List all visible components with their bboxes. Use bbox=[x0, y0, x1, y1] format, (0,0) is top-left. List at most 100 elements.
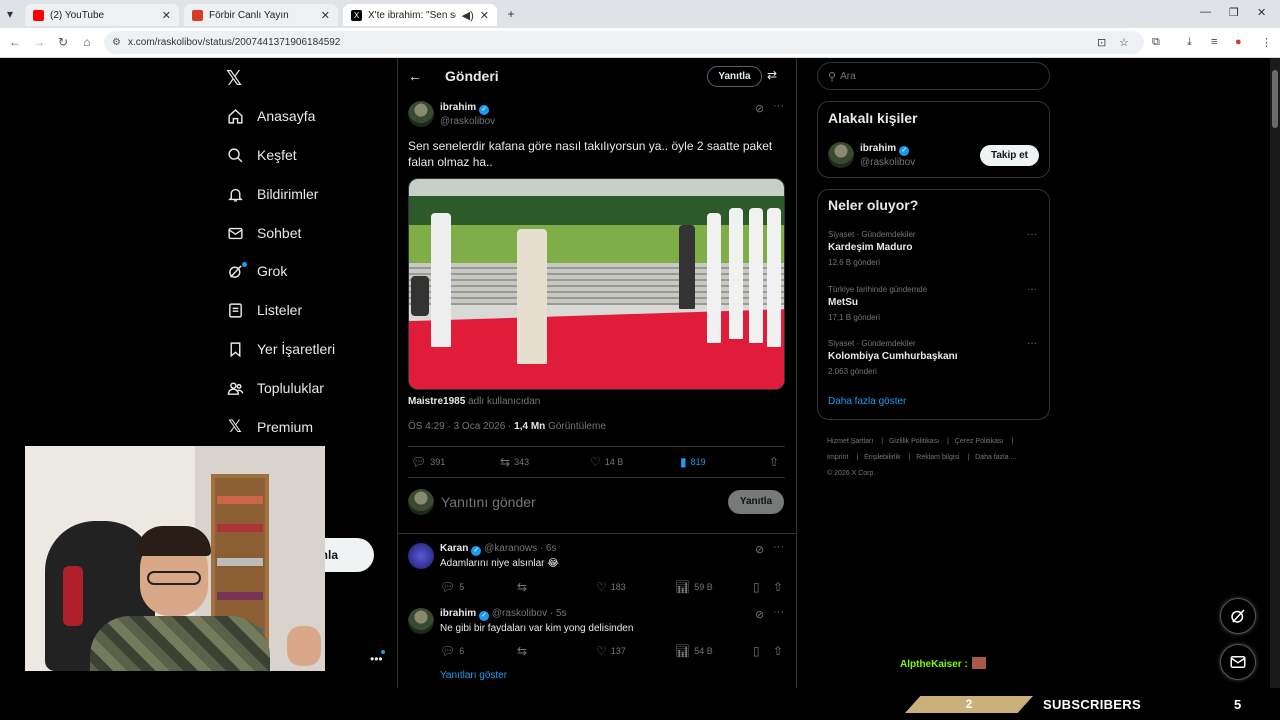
share-action[interactable]: ⇧ bbox=[773, 580, 787, 594]
tab-x-post[interactable]: X X'te ibrahim: "Sen senelerdi ◀) ✕ bbox=[343, 4, 497, 26]
avatar[interactable] bbox=[828, 142, 854, 168]
new-tab-button[interactable]: + bbox=[503, 6, 519, 22]
reply-author[interactable]: ibrahim ✓ @raskolibov · 5s bbox=[440, 608, 567, 621]
nav-item-bookmarks[interactable]: Yer İşaretleri bbox=[226, 337, 335, 361]
star-icon[interactable]: ☆ bbox=[1119, 36, 1129, 49]
views-action[interactable]: 📊︎ 54 B bbox=[675, 644, 713, 658]
show-more-link[interactable]: Daha fazla göster bbox=[828, 396, 906, 407]
settings-sliders-icon[interactable]: ⇄ bbox=[767, 68, 777, 82]
page-scrollbar[interactable] bbox=[1270, 58, 1280, 688]
reply-action[interactable]: 💬︎ 6 bbox=[440, 644, 464, 658]
x-favicon-icon: X bbox=[351, 9, 362, 21]
nav-item-lists[interactable]: Listeler bbox=[226, 298, 302, 322]
download-icon[interactable]: ⤓ bbox=[1187, 36, 1192, 49]
retweet-action[interactable]: ⇆ bbox=[517, 644, 531, 658]
views-action[interactable]: 📊︎ 59 B bbox=[675, 580, 713, 594]
back-icon[interactable]: ← bbox=[7, 35, 23, 49]
profile-icon[interactable]: ● bbox=[1235, 36, 1242, 48]
close-tab-icon[interactable]: ✕ bbox=[321, 9, 330, 22]
grok-icon[interactable]: ⊘ bbox=[755, 608, 764, 621]
like-action[interactable]: ♡ 137 bbox=[596, 644, 626, 658]
nav-item-communities[interactable]: Topluluklar bbox=[226, 376, 324, 400]
tab-forbir[interactable]: Förbir Canlı Yayın ✕ bbox=[184, 4, 338, 26]
like-action[interactable]: ♡ 183 bbox=[596, 580, 626, 594]
nav-item-premium[interactable]: 𝕏 Premium bbox=[226, 415, 313, 439]
avatar[interactable] bbox=[408, 101, 434, 127]
tab-youtube[interactable]: (2) YouTube ✕ bbox=[25, 4, 179, 26]
tab-list-icon[interactable]: ▾ bbox=[2, 6, 18, 22]
messages-float-button[interactable] bbox=[1220, 644, 1256, 680]
footer-link[interactable]: Hizmet Şartları bbox=[827, 438, 873, 445]
trend-name[interactable]: Kolombiya Cumhurbaşkanı bbox=[828, 351, 957, 362]
reply-input[interactable]: Yanıtını gönder bbox=[441, 494, 536, 510]
site-info-icon[interactable]: ⚙ bbox=[112, 37, 121, 48]
home-icon[interactable]: ⌂ bbox=[79, 35, 95, 49]
nav-item-chat[interactable]: Sohbet bbox=[226, 221, 301, 245]
more-icon[interactable]: ··· bbox=[773, 606, 784, 618]
tweet-author-name[interactable]: ibrahim ✓ bbox=[440, 102, 490, 115]
reply-action[interactable]: 💬︎ 391 bbox=[411, 455, 445, 469]
trend-more-icon[interactable]: ··· bbox=[1027, 229, 1037, 240]
avatar[interactable] bbox=[408, 608, 434, 634]
grok-icon[interactable]: ⊘ bbox=[755, 543, 764, 556]
scrollbar-thumb[interactable] bbox=[1272, 70, 1278, 128]
trend-name[interactable]: MetSu bbox=[828, 297, 858, 308]
retweet-action[interactable]: ⇆ bbox=[517, 580, 531, 594]
restore-icon[interactable]: ❐ bbox=[1229, 6, 1239, 19]
more-icon[interactable]: ··· bbox=[773, 541, 784, 553]
close-tab-icon[interactable]: ✕ bbox=[480, 9, 489, 22]
footer-link[interactable]: Daha fazla ... bbox=[975, 454, 1016, 461]
relevant-person-name[interactable]: ibrahim ✓ bbox=[860, 143, 910, 156]
footer-link[interactable]: Gizlilik Politikası bbox=[889, 438, 939, 445]
nav-item-grok[interactable]: Grok bbox=[226, 259, 287, 283]
grok-float-button[interactable] bbox=[1220, 598, 1256, 634]
speaker-icon[interactable]: ◀) bbox=[462, 9, 474, 22]
nav-item-home[interactable]: Anasayfa bbox=[226, 104, 315, 128]
share-action[interactable]: ⇧ bbox=[773, 644, 787, 658]
grok-icon[interactable]: ⊘ bbox=[755, 102, 764, 115]
relevant-person-handle[interactable]: @raskolibov bbox=[860, 157, 915, 168]
bookmark-action[interactable]: ▯ bbox=[753, 580, 764, 594]
share-action[interactable]: ⇧ bbox=[769, 455, 783, 469]
follow-button[interactable]: Takip et bbox=[980, 145, 1039, 166]
footer-link[interactable]: Çerez Politikası bbox=[955, 438, 1004, 445]
nav-item-explore[interactable]: Keşfet bbox=[226, 143, 297, 167]
minimize-icon[interactable]: — bbox=[1200, 6, 1211, 18]
reply-header-button[interactable]: Yanıtla bbox=[707, 66, 762, 87]
reply-text: Adamlarını niye alsınlar 😂 bbox=[440, 558, 559, 569]
reply-author[interactable]: Karan ✓ @karanows · 6s bbox=[440, 543, 557, 556]
media-icon[interactable]: ≡ bbox=[1211, 36, 1217, 48]
menu-icon[interactable]: ⋮ bbox=[1261, 36, 1272, 49]
close-window-icon[interactable]: ✕ bbox=[1257, 6, 1266, 19]
footer-link[interactable]: Imprint bbox=[827, 454, 848, 461]
reply-submit-button[interactable]: Yanıtla bbox=[728, 490, 784, 514]
footer-link[interactable]: Reklam bilgisi bbox=[916, 454, 959, 461]
install-app-icon[interactable]: ⊡ bbox=[1097, 36, 1106, 49]
nav-item-notifications[interactable]: Bildirimler bbox=[226, 182, 318, 206]
subscriber-count-bar: 2 bbox=[905, 696, 1033, 713]
back-arrow-icon[interactable]: ← bbox=[408, 68, 422, 84]
more-icon[interactable]: ··· bbox=[773, 100, 784, 112]
search-input[interactable]: ⚲ Ara bbox=[817, 62, 1050, 90]
bookmark-action[interactable]: ▮ 819 bbox=[680, 455, 706, 469]
tweet-video[interactable] bbox=[408, 178, 785, 390]
reply-action[interactable]: 💬︎ 5 bbox=[440, 580, 464, 594]
trend-more-icon[interactable]: ··· bbox=[1027, 338, 1037, 349]
like-action[interactable]: ♡ 14 B bbox=[590, 455, 623, 469]
bookmark-action[interactable]: ▯ bbox=[753, 644, 764, 658]
more-options-icon[interactable]: ••• bbox=[370, 652, 383, 666]
reload-icon[interactable]: ↻ bbox=[55, 35, 71, 49]
extensions-icon[interactable]: ⧉ bbox=[1152, 36, 1160, 49]
footer-link[interactable]: Erişilebilirlik bbox=[864, 454, 901, 461]
x-logo-icon[interactable]: 𝕏 bbox=[226, 66, 242, 91]
avatar[interactable] bbox=[408, 543, 434, 569]
retweet-action[interactable]: ⇆ 343 bbox=[500, 455, 529, 469]
tweet-author-handle[interactable]: @raskolibov bbox=[440, 116, 495, 127]
forward-icon[interactable]: → bbox=[31, 35, 47, 49]
trend-name[interactable]: Kardeşim Maduro bbox=[828, 242, 912, 253]
show-replies-link[interactable]: Yanıtları göster bbox=[440, 670, 507, 681]
trend-more-icon[interactable]: ··· bbox=[1027, 284, 1037, 295]
address-bar[interactable]: ⚙ x.com/raskolibov/status/20074413719061… bbox=[104, 31, 1144, 54]
webcam-overlay bbox=[25, 446, 325, 671]
close-tab-icon[interactable]: ✕ bbox=[162, 9, 171, 22]
